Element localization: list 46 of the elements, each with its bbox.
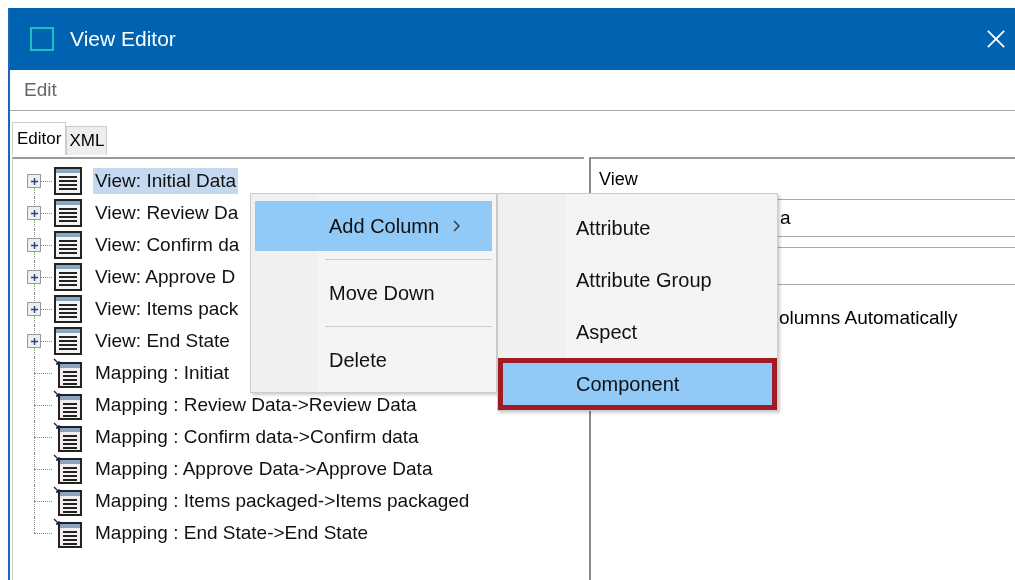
tree-item[interactable]: View: End State [93, 328, 232, 354]
menu-item[interactable]: Delete [255, 335, 492, 385]
close-icon[interactable] [986, 29, 1006, 49]
table-icon [53, 166, 83, 196]
expand-icon[interactable] [27, 302, 41, 316]
tree-item[interactable]: View: Review Da [93, 200, 241, 226]
expand-icon[interactable] [27, 174, 41, 188]
menu-item[interactable]: Component [498, 358, 777, 410]
tab[interactable]: Editor [12, 122, 67, 155]
window-title: View Editor [70, 27, 176, 51]
tree-item[interactable]: Mapping : Confirm data->Confirm data [93, 424, 421, 450]
menu-item[interactable]: Aspect [498, 306, 777, 358]
tab[interactable]: XML [66, 126, 108, 155]
menu-item[interactable]: Attribute [498, 202, 777, 254]
tree-item[interactable]: View: Initial Data [93, 168, 239, 194]
menu-item[interactable]: Add Column [255, 201, 492, 251]
mapped-table-icon [53, 454, 83, 484]
expand-icon[interactable] [27, 238, 41, 252]
expand-icon[interactable] [27, 206, 41, 220]
tree-item[interactable]: Mapping : Approve Data->Approve Data [93, 456, 435, 482]
table-icon [53, 230, 83, 260]
tree-item[interactable]: View: Approve D [93, 264, 238, 290]
mapped-table-icon [53, 486, 83, 516]
menu-item[interactable]: Attribute Group [498, 254, 777, 306]
table-icon [53, 326, 83, 356]
tree-item[interactable]: Mapping : Initiat [93, 360, 232, 386]
table-icon [53, 262, 83, 292]
menu-item[interactable]: Edit [24, 79, 57, 101]
mapped-table-icon [53, 518, 83, 548]
table-icon [53, 198, 83, 228]
expand-icon[interactable] [27, 270, 41, 284]
chevron-right-icon [453, 220, 462, 232]
mapped-table-icon [53, 390, 83, 420]
tree-item[interactable]: Mapping : Items packaged->Items packaged [93, 488, 472, 514]
tree-item[interactable]: Mapping : Review Data->Review Data [93, 392, 419, 418]
tree-item[interactable]: View: Items pack [93, 296, 241, 322]
checkbox-label: olumns Automatically [779, 307, 959, 329]
window-icon [30, 27, 54, 51]
expand-icon[interactable] [27, 334, 41, 348]
section-label: View [599, 169, 639, 191]
mapped-table-icon [53, 422, 83, 452]
mapped-table-icon [53, 358, 83, 388]
tree-item[interactable]: Mapping : End State->End State [93, 520, 371, 546]
table-icon [53, 294, 83, 324]
menu-item[interactable]: Move Down [255, 268, 492, 318]
tree-item[interactable]: View: Confirm da [93, 232, 242, 258]
